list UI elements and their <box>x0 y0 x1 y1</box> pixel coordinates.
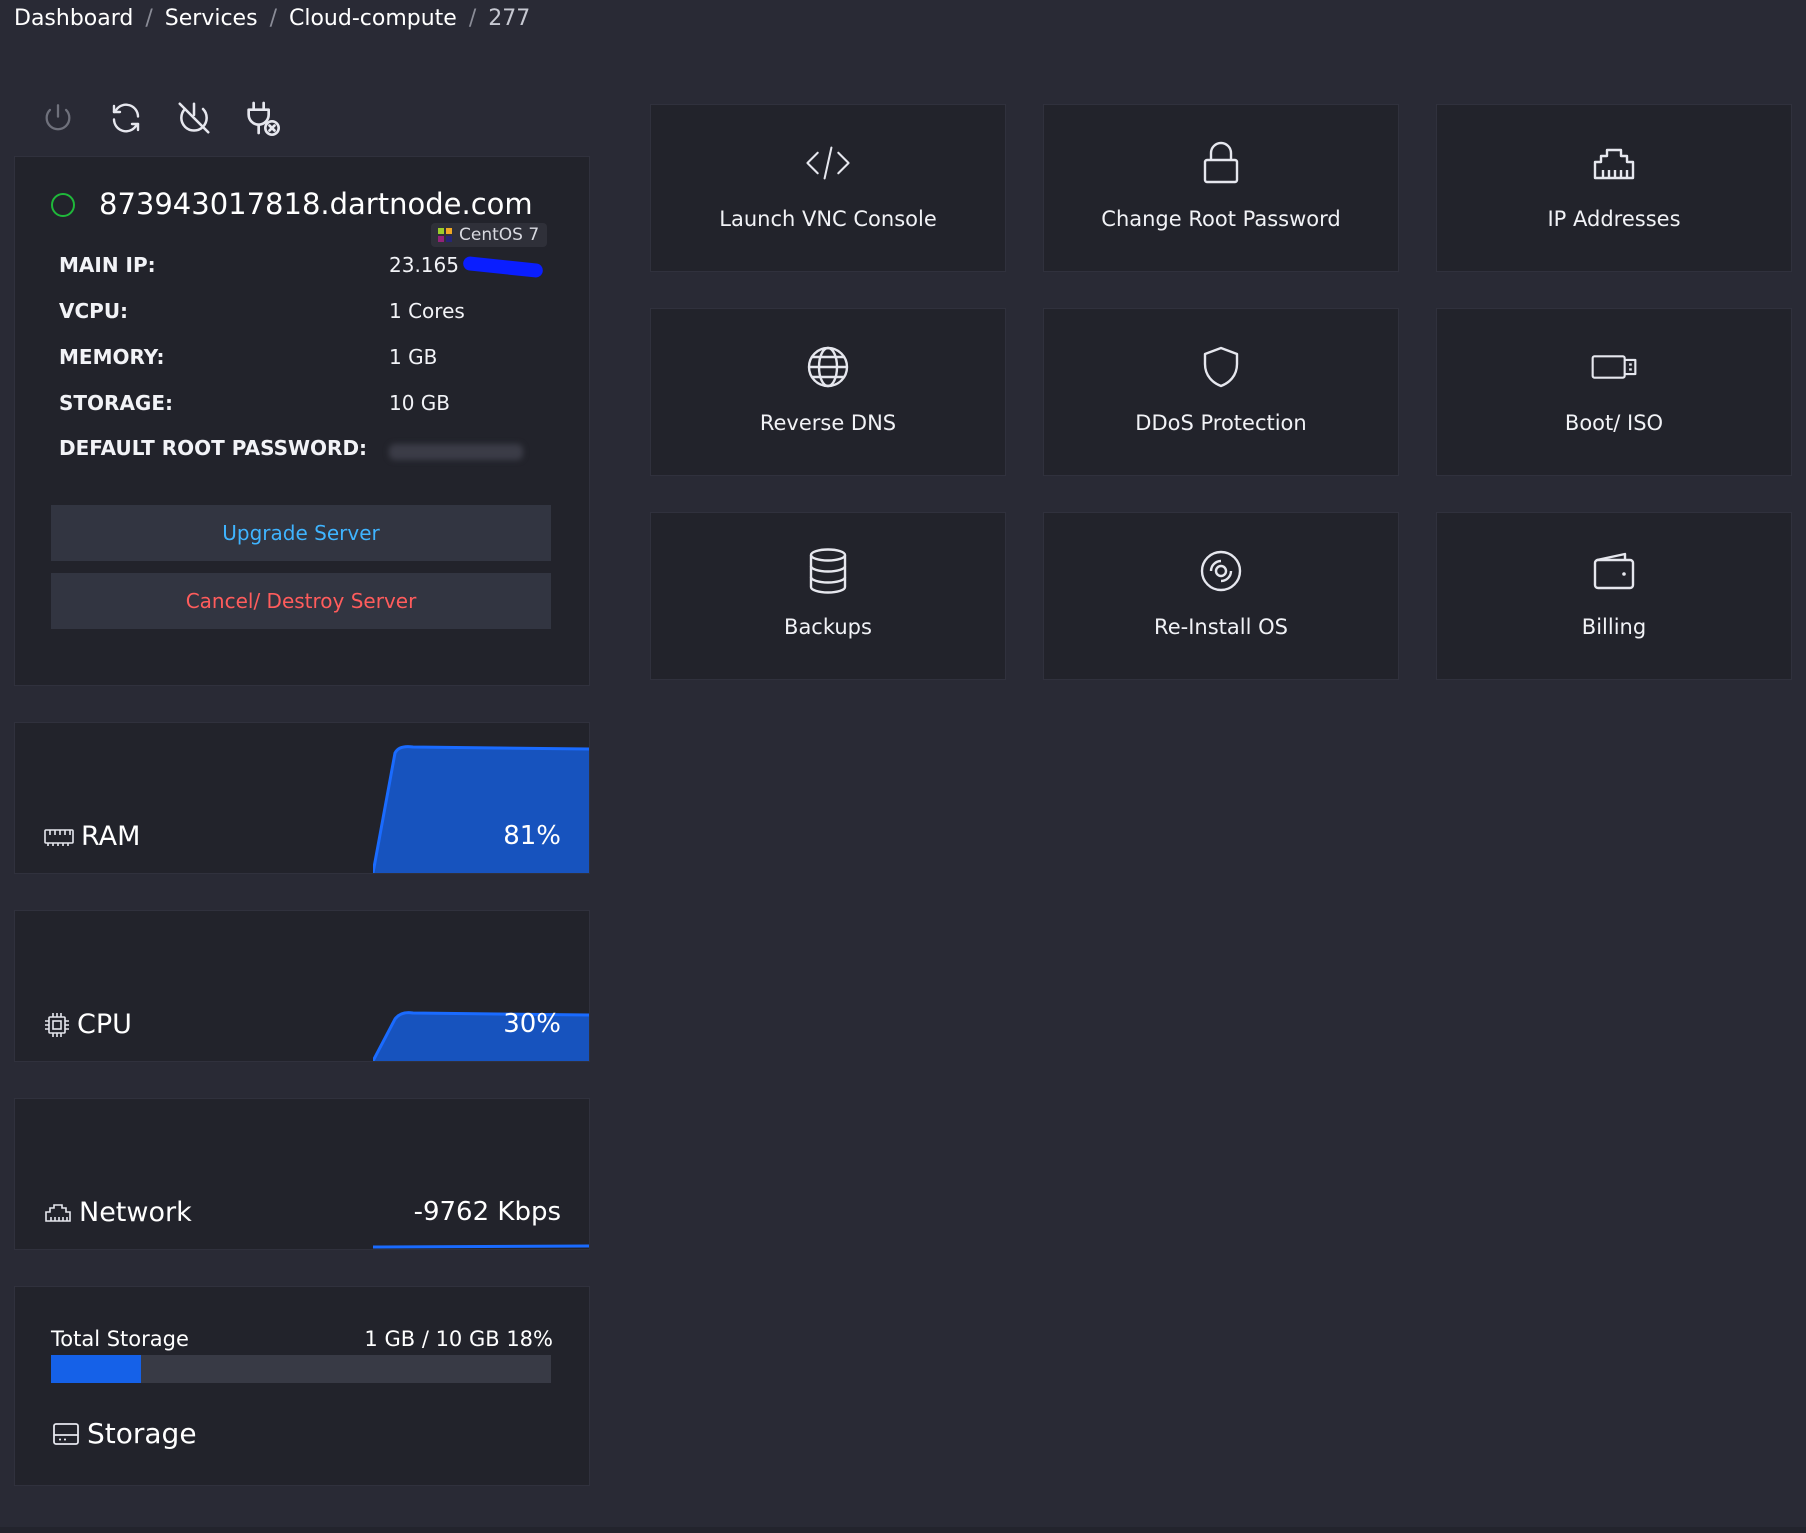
server-hostname: 873943017818.dartnode.com <box>99 187 533 221</box>
ethernet-icon <box>1593 148 1635 180</box>
network-value: -9762 Kbps <box>413 1197 561 1227</box>
power-button[interactable] <box>36 96 80 140</box>
hard-drive-icon <box>53 1422 79 1445</box>
tile-label: Backups <box>784 615 872 639</box>
breadcrumb-services[interactable]: Services <box>165 6 258 31</box>
storage-spec-label: STORAGE: <box>59 391 174 415</box>
wallet-icon <box>1593 552 1635 590</box>
storage-usage-text: 1 GB / 10 GB 18% <box>364 1327 553 1351</box>
restart-button[interactable] <box>104 96 148 140</box>
vcpu-value: 1 Cores <box>389 299 465 323</box>
ram-label: RAM <box>43 821 140 852</box>
tile-launch-vnc-console[interactable]: Launch VNC Console <box>650 104 1006 272</box>
memory-label: MEMORY: <box>59 345 165 369</box>
ethernet-port-icon <box>45 1203 71 1222</box>
root-password-label: DEFAULT ROOT PASSWORD: <box>59 436 368 460</box>
breadcrumb-separator: / <box>145 6 153 31</box>
unplug-button[interactable] <box>240 96 284 140</box>
tile-change-root-password[interactable]: Change Root Password <box>1043 104 1399 272</box>
power-off-icon <box>178 102 210 134</box>
ram-usage-chart <box>373 745 589 873</box>
tile-label: DDoS Protection <box>1135 411 1307 435</box>
tile-ddos-protection[interactable]: DDoS Protection <box>1043 308 1399 476</box>
cancel-destroy-server-button[interactable]: Cancel/ Destroy Server <box>51 573 551 629</box>
storage-card: Total Storage 1 GB / 10 GB 18% Storage <box>14 1286 590 1486</box>
restart-icon <box>112 103 140 133</box>
usb-drive-icon <box>1591 355 1637 379</box>
breadcrumb-current: 277 <box>488 6 531 31</box>
tile-label: IP Addresses <box>1547 207 1681 231</box>
cpu-chip-icon <box>45 1012 69 1037</box>
total-storage-title: Total Storage <box>51 1327 189 1351</box>
network-usage-chart <box>373 1244 589 1249</box>
lock-icon <box>1203 141 1239 184</box>
unplug-icon <box>247 101 280 136</box>
database-icon <box>809 548 847 594</box>
server-info-card: 873943017818.dartnode.com CentOS 7 MAIN … <box>14 156 590 686</box>
breadcrumb-separator: / <box>269 6 277 31</box>
server-action-toolbar <box>36 96 284 140</box>
status-indicator <box>51 193 75 217</box>
network-metric-card: Network -9762 Kbps <box>14 1098 590 1250</box>
tile-label: Re-Install OS <box>1154 615 1288 639</box>
tile-label: Change Root Password <box>1101 207 1341 231</box>
storage-spec-value: 10 GB <box>389 391 451 415</box>
tile-backups[interactable]: Backups <box>650 512 1006 680</box>
globe-icon <box>807 346 849 388</box>
cpu-value: 30% <box>503 1009 561 1039</box>
blurred-password <box>389 443 523 460</box>
os-badge: CentOS 7 <box>431 223 548 247</box>
disc-icon <box>1200 550 1242 592</box>
tile-reverse-dns[interactable]: Reverse DNS <box>650 308 1006 476</box>
footer-strip <box>0 1527 1806 1533</box>
memory-chip-icon <box>44 828 74 846</box>
tile-ip-addresses[interactable]: IP Addresses <box>1436 104 1792 272</box>
cpu-label: CPU <box>43 1009 132 1040</box>
breadcrumb-cloud-compute[interactable]: Cloud-compute <box>289 6 457 31</box>
tile-reinstall-os[interactable]: Re-Install OS <box>1043 512 1399 680</box>
centos-icon <box>438 228 452 242</box>
ram-value: 81% <box>503 821 561 851</box>
shield-icon <box>1203 346 1239 388</box>
breadcrumb: Dashboard / Services / Cloud-compute / 277 <box>14 6 530 31</box>
breadcrumb-separator: / <box>468 6 477 31</box>
root-password-value[interactable] <box>389 438 523 462</box>
tile-label: Reverse DNS <box>759 411 897 435</box>
storage-label: Storage <box>51 1417 197 1450</box>
power-off-button[interactable] <box>172 96 216 140</box>
redaction-mark <box>462 255 544 278</box>
tile-label: Boot/ ISO <box>1564 411 1664 435</box>
network-label: Network <box>43 1197 192 1228</box>
storage-progress-fill <box>51 1355 141 1383</box>
tile-boot-iso[interactable]: Boot/ ISO <box>1436 308 1792 476</box>
main-ip-label: MAIN IP: <box>59 253 156 277</box>
tile-label: Billing <box>1581 615 1647 639</box>
memory-value: 1 GB <box>389 345 438 369</box>
code-icon <box>806 146 850 180</box>
ram-metric-card: RAM 81% <box>14 722 590 874</box>
power-icon <box>45 104 71 131</box>
breadcrumb-dashboard[interactable]: Dashboard <box>14 6 133 31</box>
cpu-metric-card: CPU 30% <box>14 910 590 1062</box>
os-name: CentOS 7 <box>459 225 540 245</box>
vcpu-label: VCPU: <box>59 299 129 323</box>
tile-label: Launch VNC Console <box>719 207 937 231</box>
storage-progress-bar <box>51 1355 551 1383</box>
main-ip-value: 23.165 <box>389 253 544 278</box>
tile-billing[interactable]: Billing <box>1436 512 1792 680</box>
upgrade-server-button[interactable]: Upgrade Server <box>51 505 551 561</box>
